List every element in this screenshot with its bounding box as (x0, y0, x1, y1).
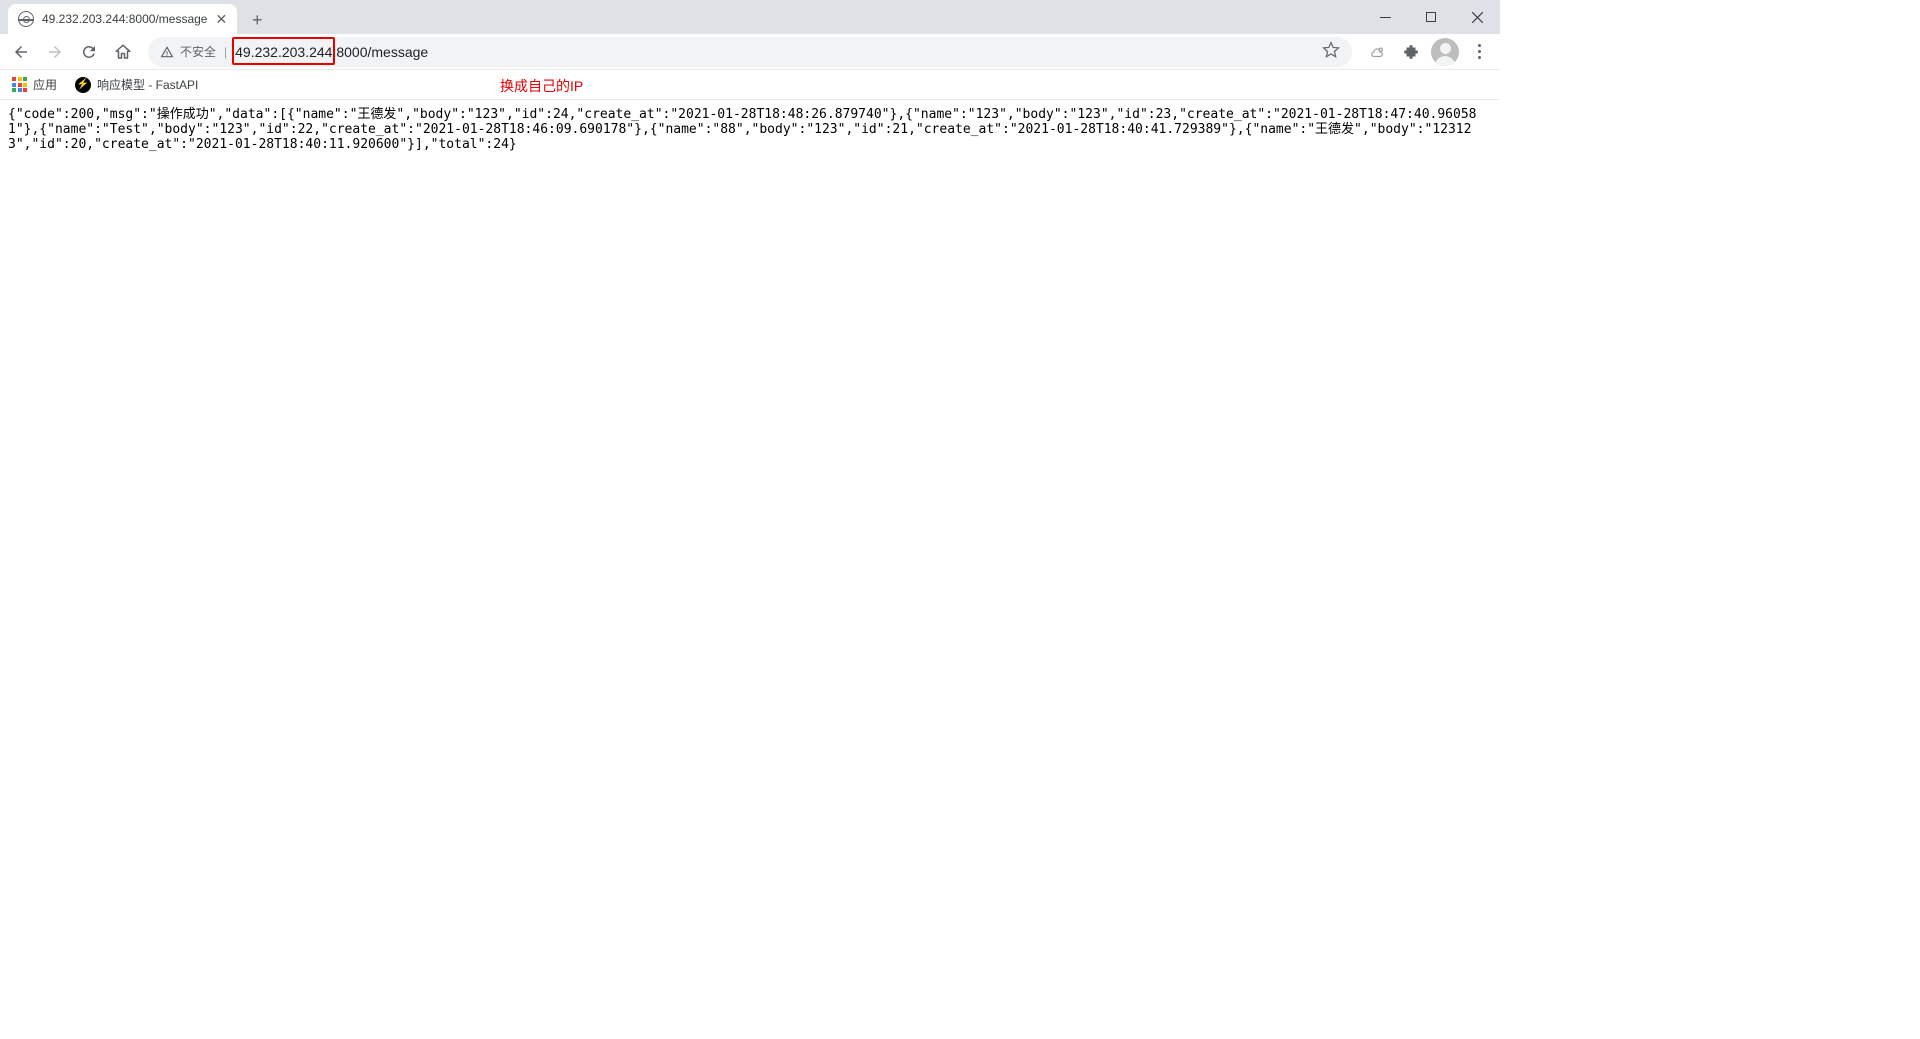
extensions-button[interactable] (1396, 37, 1426, 67)
browser-toolbar: 不安全 | 49.232.203.244:8000/message (0, 34, 1500, 70)
page-body-text: {"code":200,"msg":"操作成功","data":[{"name"… (0, 100, 1500, 161)
url-host: 49.232.203.244 (235, 44, 332, 60)
home-button[interactable] (108, 37, 138, 67)
browser-tab[interactable]: 49.232.203.244:8000/message ✕ (8, 4, 237, 34)
globe-icon (18, 11, 34, 27)
url-path: :8000/message (332, 44, 428, 60)
bookmark-star-button[interactable] (1322, 41, 1340, 62)
window-minimize-button[interactable] (1362, 2, 1408, 32)
tab-title: 49.232.203.244:8000/message (42, 12, 207, 26)
tab-close-button[interactable]: ✕ (215, 12, 227, 26)
bookmark-fastapi[interactable]: ⚡ 响应模型 - FastAPI (75, 76, 198, 93)
window-close-button[interactable] (1454, 2, 1500, 32)
new-tab-button[interactable]: + (243, 6, 271, 34)
forward-button[interactable] (40, 37, 70, 67)
extension-cloud-icon[interactable] (1362, 37, 1392, 67)
window-maximize-button[interactable] (1408, 2, 1454, 32)
tab-strip: 49.232.203.244:8000/message ✕ + (0, 0, 1500, 34)
apps-grid-icon (12, 77, 27, 92)
warning-icon (160, 45, 174, 59)
lightning-icon: ⚡ (75, 77, 91, 93)
security-indicator[interactable]: 不安全 (160, 43, 216, 60)
apps-shortcut[interactable]: 应用 (12, 76, 57, 93)
back-button[interactable] (6, 37, 36, 67)
chrome-menu-button[interactable] (1464, 37, 1494, 67)
avatar-icon (1431, 38, 1459, 66)
security-label: 不安全 (180, 43, 216, 60)
address-bar[interactable]: 不安全 | 49.232.203.244:8000/message (148, 37, 1352, 67)
url-text: 49.232.203.244:8000/message (235, 44, 428, 60)
ip-annotation-text: 换成自己的IP (500, 76, 583, 96)
profile-button[interactable] (1430, 37, 1460, 67)
window-controls (1362, 0, 1500, 34)
apps-label: 应用 (33, 76, 57, 93)
bookmark-label: 响应模型 - FastAPI (97, 76, 198, 93)
reload-button[interactable] (74, 37, 104, 67)
bookmark-bar: 应用 ⚡ 响应模型 - FastAPI 换成自己的IP (0, 70, 1500, 100)
